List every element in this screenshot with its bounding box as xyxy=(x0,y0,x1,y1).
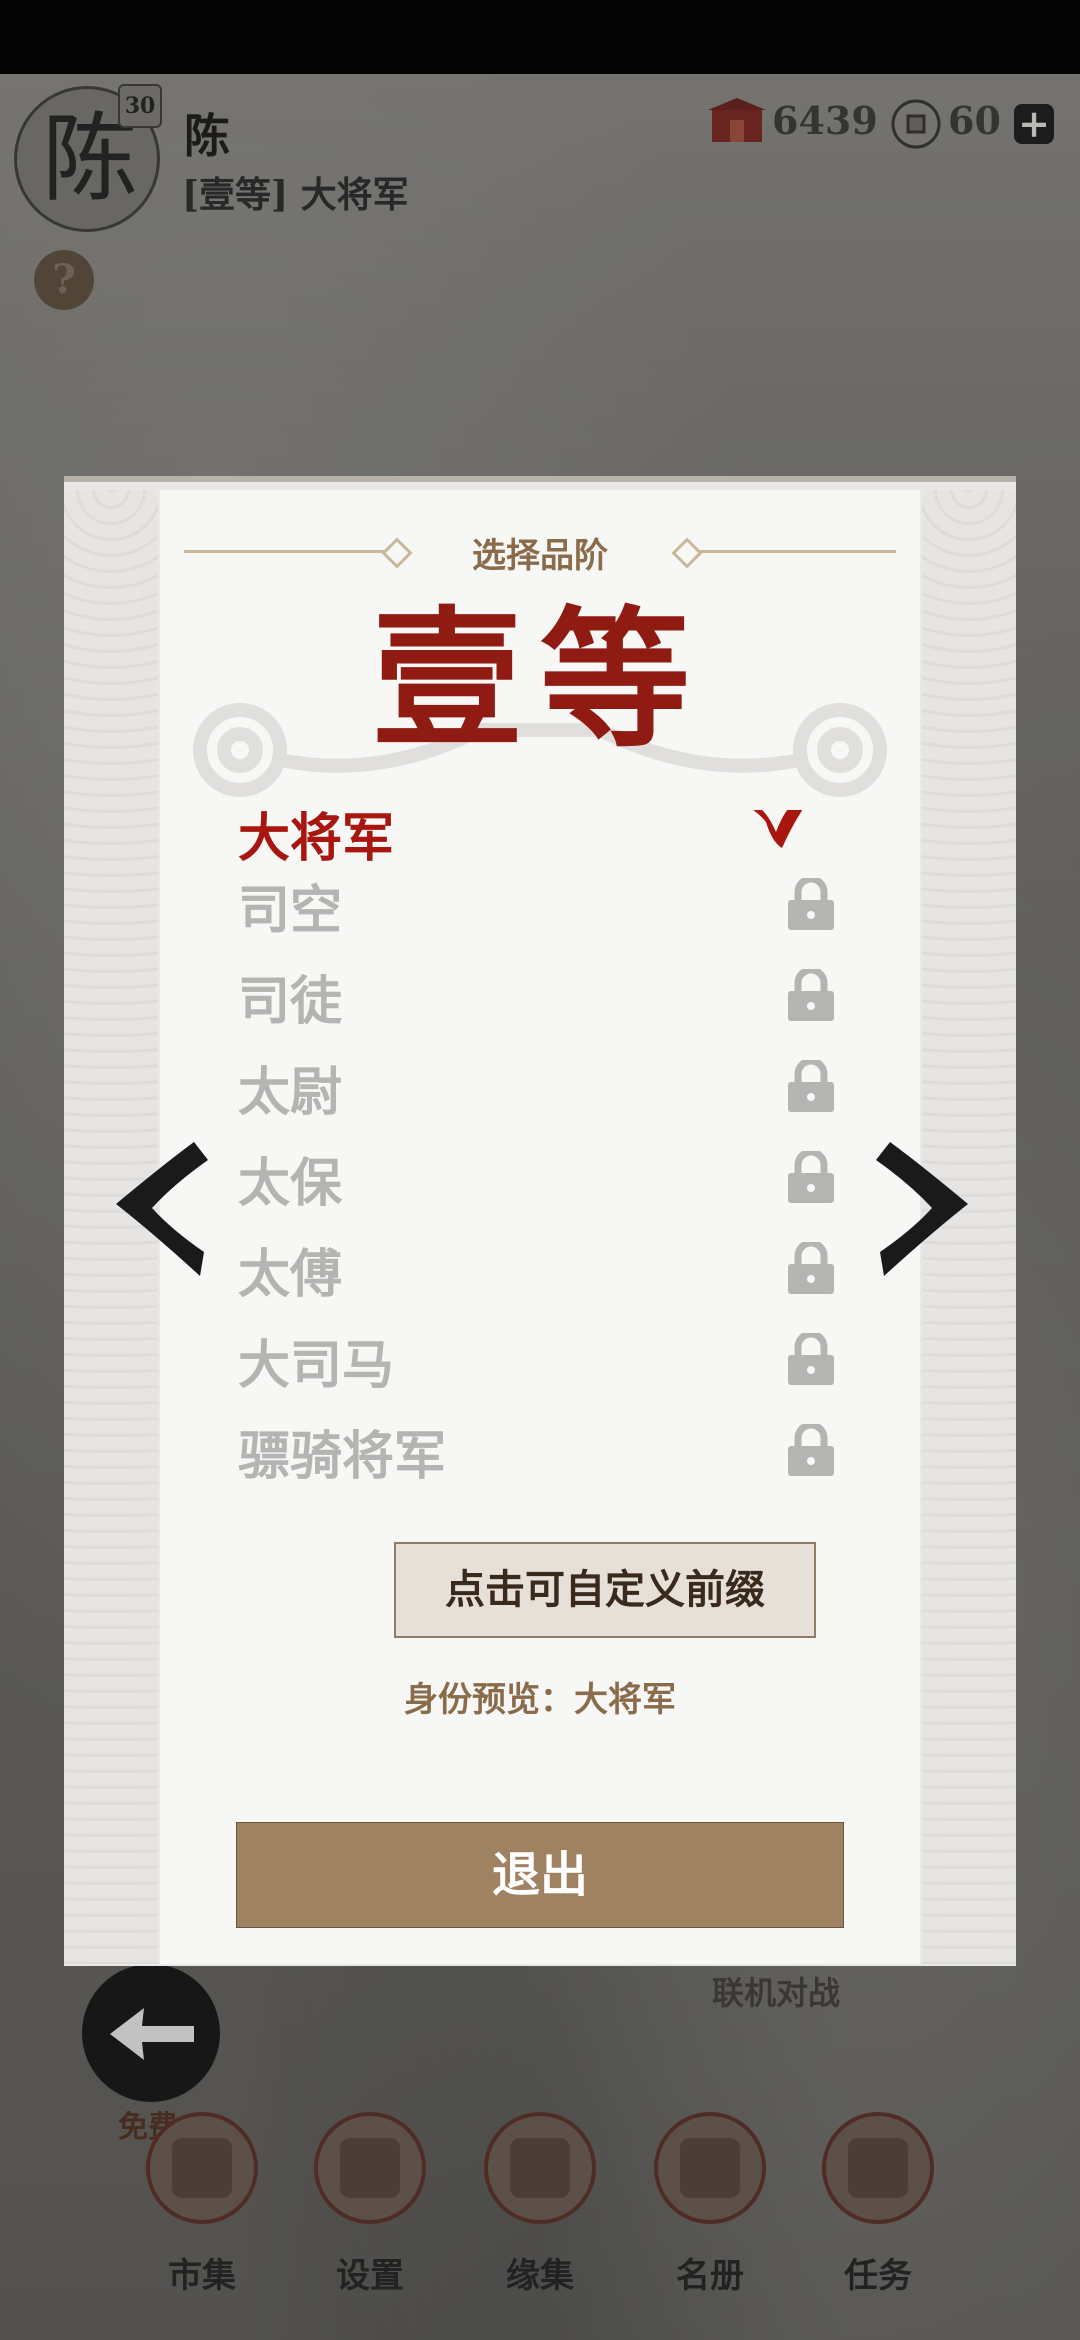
customize-prefix-button[interactable]: 点击可自定义前缀 xyxy=(394,1542,816,1638)
rank-label: 太傅 xyxy=(238,1244,343,1305)
rank-label: 太保 xyxy=(238,1153,343,1214)
lock-icon xyxy=(788,1060,834,1112)
rank-row[interactable]: 太傅 xyxy=(160,1218,920,1308)
rank-label: 骠骑将军 xyxy=(238,1426,447,1487)
lock-icon xyxy=(788,969,834,1021)
check-icon xyxy=(753,810,803,848)
prev-grade-arrow-icon[interactable] xyxy=(104,1134,214,1284)
rank-label: 司空 xyxy=(238,880,343,941)
exit-button[interactable]: 退出 xyxy=(236,1822,844,1928)
rank-label: 太尉 xyxy=(238,1062,343,1123)
rank-row[interactable]: 司徒 xyxy=(160,945,920,1035)
lock-icon xyxy=(788,1333,834,1385)
identity-preview: 身份预览：大将军 xyxy=(404,1680,676,1720)
rank-row[interactable]: 大司马 xyxy=(160,1309,920,1399)
rank-row[interactable]: 太尉 xyxy=(160,1036,920,1126)
dialog-body: 选择品阶 壹等 大将军 司空 司徒 太尉 太保 太傅 大司马 骠骑将军 点击可自… xyxy=(160,490,920,1964)
lock-icon xyxy=(788,1151,834,1203)
lock-icon xyxy=(788,1242,834,1294)
next-grade-arrow-icon[interactable] xyxy=(870,1134,980,1284)
rank-label: 大司马 xyxy=(238,1335,395,1396)
lock-icon xyxy=(788,878,834,930)
rank-row[interactable]: 太保 xyxy=(160,1127,920,1217)
rank-list[interactable]: 大将军 司空 司徒 太尉 太保 太傅 大司马 骠骑将军 xyxy=(160,810,920,1490)
rank-row[interactable]: 司空 xyxy=(160,854,920,944)
grade-title: 壹等 xyxy=(371,592,708,768)
lock-icon xyxy=(788,1424,834,1476)
rank-row[interactable]: 骠骑将军 xyxy=(160,1400,920,1490)
status-bar xyxy=(0,0,1080,74)
divider xyxy=(700,550,896,553)
rank-label: 司徒 xyxy=(238,971,343,1032)
